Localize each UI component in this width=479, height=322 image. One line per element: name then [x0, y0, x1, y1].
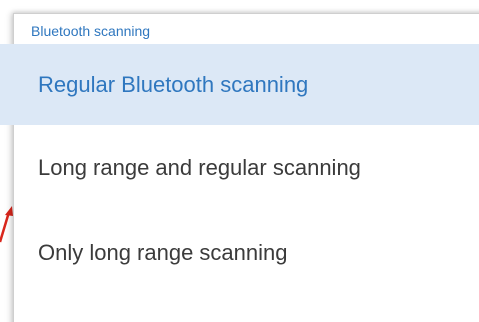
dropdown-options-list: Regular Bluetooth scanning Long range an…: [0, 44, 479, 296]
screenshot-page: Bluetooth scanning Regular Bluetooth sca…: [0, 0, 479, 322]
bluetooth-scanning-dropdown: Bluetooth scanning Regular Bluetooth sca…: [0, 13, 479, 322]
option-long-range-and-regular-scanning[interactable]: Long range and regular scanning: [0, 125, 479, 210]
option-regular-bluetooth-scanning[interactable]: Regular Bluetooth scanning: [0, 44, 479, 125]
option-label: Regular Bluetooth scanning: [38, 71, 309, 97]
option-label: Long range and regular scanning: [38, 154, 361, 180]
option-label: Only long range scanning: [38, 240, 288, 265]
option-only-long-range-scanning[interactable]: Only long range scanning: [0, 210, 479, 296]
bluetooth-scanning-label: Bluetooth scanning: [31, 23, 151, 39]
